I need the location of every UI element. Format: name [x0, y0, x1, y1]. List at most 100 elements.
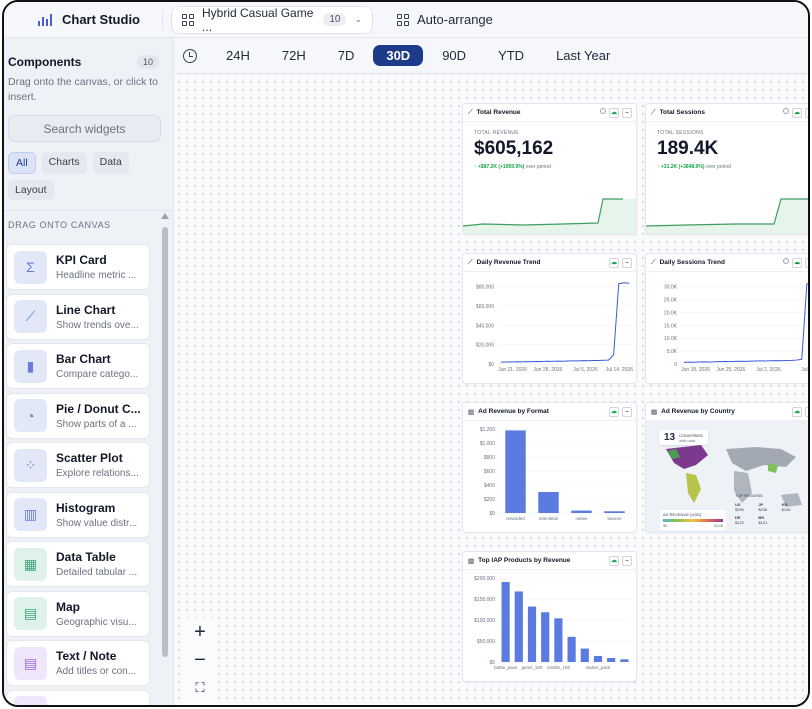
- y-tick-label: 20.0K: [664, 310, 678, 316]
- more-icon[interactable]: –: [805, 406, 808, 417]
- sidebar-subtitle: Drag onto the canvas, or click to insert…: [8, 76, 158, 103]
- line-chart-daily-sessions[interactable]: ⟋Daily Sessions Trend ☁– 0 5.0K 10.0K 15.0K 2…: [645, 253, 808, 384]
- export-icon[interactable]: ☁: [609, 107, 619, 118]
- widget-item[interactable]: ▦ Data Table Detailed tabular ...: [6, 541, 150, 587]
- info-icon[interactable]: [783, 107, 789, 114]
- more-icon[interactable]: –: [622, 406, 632, 417]
- range-button[interactable]: Last Year: [543, 45, 623, 66]
- legend-min: $0: [663, 523, 668, 528]
- widget-item[interactable]: ▥ Histogram Show value distr...: [6, 491, 150, 538]
- project-count-badge: 10: [323, 13, 347, 26]
- line-chart-icon: ⟋: [651, 258, 656, 266]
- data-point: [536, 361, 538, 362]
- more-icon[interactable]: –: [622, 107, 632, 118]
- auto-arrange-button[interactable]: Auto-arrange: [397, 12, 493, 27]
- filter-charts[interactable]: Charts: [41, 152, 87, 174]
- info-icon[interactable]: [600, 107, 606, 114]
- more-icon[interactable]: –: [622, 555, 632, 566]
- range-button[interactable]: 72H: [269, 45, 319, 66]
- countries-count: 13: [664, 432, 676, 443]
- bar-chart-iap-products[interactable]: ▥ Top IAP Products by Revenue ☁ – $0 $50,000…: [462, 551, 637, 682]
- info-icon[interactable]: [783, 257, 789, 264]
- scroll-up-arrow[interactable]: [161, 213, 169, 219]
- data-point: [796, 359, 797, 361]
- bar-chart-icon: ▮: [14, 349, 47, 383]
- y-tick-label: $100,000: [474, 618, 495, 624]
- filter-chips: All Charts Data Layout: [4, 142, 154, 200]
- range-button[interactable]: 7D: [325, 45, 368, 66]
- widget-item[interactable]: ⁘ Scatter Plot Explore relations...: [6, 442, 150, 488]
- y-tick-label: $1,000: [480, 441, 496, 447]
- range-button[interactable]: 30D: [373, 45, 424, 66]
- range-button[interactable]: 24H: [213, 45, 263, 66]
- note-icon: ▤: [14, 646, 47, 680]
- line-chart-icon: ⟋: [468, 258, 473, 266]
- y-tick-label: $20,000: [476, 343, 494, 349]
- export-icon[interactable]: ☁: [609, 257, 619, 268]
- container-icon: ▢: [14, 696, 47, 705]
- widget-name: Container: [56, 704, 141, 705]
- project-selector[interactable]: Hybrid Casual Game ... 10 ⌄: [171, 5, 373, 34]
- export-icon[interactable]: ☁: [609, 555, 619, 566]
- map-ad-country[interactable]: ▤Ad Revenue by Country ☁– 13 COUNTRIESwit…: [645, 402, 808, 533]
- data-point: [505, 361, 507, 363]
- zoom-out-button[interactable]: −: [194, 650, 206, 670]
- region-kr: KR $146: [782, 502, 805, 512]
- bar: [604, 511, 625, 513]
- more-icon[interactable]: –: [622, 257, 632, 268]
- delta-suffix: over period: [525, 164, 551, 170]
- data-point: [729, 361, 731, 362]
- sidebar-title: Components: [8, 55, 82, 69]
- region-value: $236: [758, 507, 768, 512]
- filter-all[interactable]: All: [8, 152, 36, 174]
- export-icon[interactable]: ☁: [792, 107, 802, 118]
- data-point: [618, 283, 620, 285]
- range-button[interactable]: YTD: [485, 45, 537, 66]
- app-window: Chart Studio Hybrid Casual Game ... 10 ⌄…: [2, 0, 810, 707]
- export-icon[interactable]: ☁: [609, 406, 619, 417]
- widget-description: Headline metric ...: [56, 270, 137, 281]
- data-point: [693, 361, 695, 363]
- data-point: [770, 360, 772, 362]
- more-icon[interactable]: –: [805, 107, 808, 118]
- scatter-plot-icon: ⁘: [14, 448, 47, 482]
- fit-view-button[interactable]: ⛶: [195, 678, 204, 698]
- widget-item[interactable]: ▮ Bar Chart Compare catego...: [6, 343, 150, 389]
- kpi-card-total-sessions[interactable]: ⟋Total Sessions☁– TOTAL SESSIONS 189.4K …: [645, 103, 808, 235]
- widget-item[interactable]: ▢ Container: [6, 689, 150, 705]
- sparkline: [646, 198, 808, 234]
- widget-description: Add titles or con...: [56, 666, 137, 677]
- bar-chart-ad-format[interactable]: ▥ Ad Revenue by Format ☁ – $0 $200 $400 $600 $8…: [462, 402, 637, 533]
- project-name: Hybrid Casual Game ...: [202, 5, 314, 34]
- range-button[interactable]: 90D: [429, 45, 479, 66]
- sessions-line-chart: 0 5.0K 10.0K 15.0K 20.0K 25.0K 30.0K Jun 18, 20…: [664, 283, 808, 373]
- kpi-card-total-revenue[interactable]: ⟋ Total Revenue ☁ – TOTAL REVENUE $605,162 …: [462, 103, 637, 235]
- export-icon[interactable]: ☁: [792, 257, 802, 268]
- more-icon[interactable]: –: [805, 257, 808, 268]
- export-icon[interactable]: ☁: [792, 406, 802, 417]
- widget-item[interactable]: ▤ Map Geographic visu...: [6, 590, 150, 637]
- data-point: [582, 360, 584, 361]
- data-point: [510, 361, 512, 363]
- bar: [567, 636, 576, 662]
- widget-description: Show value distr...: [56, 517, 138, 529]
- data-point: [572, 360, 573, 362]
- widget-item[interactable]: ◔ Pie / Donut C... Show parts of a ...: [6, 392, 150, 439]
- sidebar-scrollbar[interactable]: [162, 227, 168, 657]
- data-point: [551, 361, 553, 362]
- y-tick-label: 30.0K: [664, 285, 678, 291]
- x-tick-label: battle_pass: [494, 665, 518, 670]
- zoom-in-button[interactable]: +: [194, 622, 206, 642]
- filter-layout[interactable]: Layout: [8, 180, 54, 200]
- widget-item[interactable]: Σ KPI Card Headline metric ...: [6, 244, 150, 290]
- search-widgets-input[interactable]: Search widgets: [8, 115, 161, 142]
- filter-data[interactable]: Data: [92, 152, 129, 174]
- dashboard-icon: [182, 13, 194, 26]
- dashboard-canvas[interactable]: 24H 72H 7D 30D 90D YTD Last Year ⟋ Total Revenu…: [175, 38, 808, 705]
- line-chart-daily-revenue[interactable]: ⟋ Daily Revenue Trend ☁ – $0 $20,000 $40,000 $…: [462, 253, 637, 384]
- y-tick-label: $200,000: [474, 576, 495, 582]
- card-title: Total Revenue: [476, 109, 521, 116]
- widget-item[interactable]: ⟋ Line Chart Show trends ove...: [6, 293, 150, 340]
- widget-name: Text / Note: [56, 649, 117, 663]
- widget-item[interactable]: ▤ Text / Note Add titles or con...: [6, 640, 150, 686]
